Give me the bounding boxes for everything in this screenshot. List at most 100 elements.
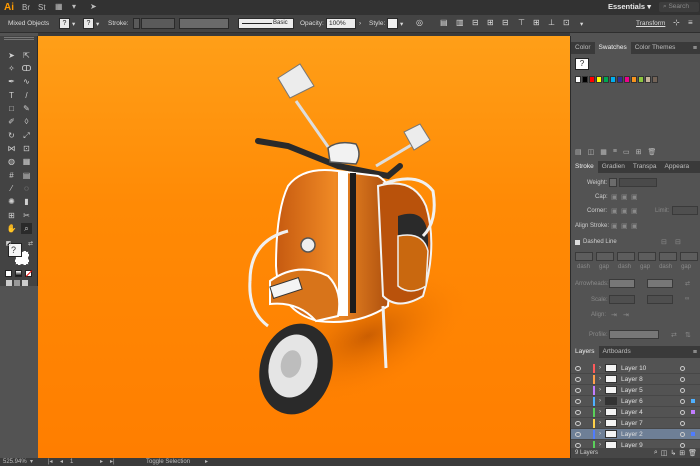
expand-chevron-icon[interactable]: › [599,420,601,426]
recolor-artwork-icon[interactable]: ◎ [416,18,423,27]
tab-artboards[interactable]: Artboards [599,346,635,358]
align-more-icon[interactable]: ⊡ [563,18,570,27]
panel-menu-icon[interactable]: ≡ [693,45,697,52]
fill-swatch[interactable]: ? [59,18,70,29]
artboard-tool-icon[interactable]: ⊞ [6,210,17,221]
selection-tool-icon[interactable]: ➤ [6,50,17,61]
symbol-sprayer-tool-icon[interactable]: ✺ [6,196,17,207]
swap-colors-icon[interactable]: ⇄ [25,239,36,250]
weight-field[interactable] [619,178,657,187]
round-join-icon[interactable]: ▣ [621,207,628,215]
tab-transparency[interactable]: Transpa [629,161,661,173]
artboard-canvas[interactable] [38,36,570,458]
gradient-mode-icon[interactable] [15,270,22,277]
dash-preserve-icon[interactable]: ⊟ [661,238,667,246]
dashed-line-checkbox[interactable] [575,240,580,245]
align-icon[interactable]: ▤ [440,18,448,27]
layer-row[interactable]: › Layer 4 [571,407,700,418]
toolbar-grip[interactable] [4,37,34,40]
stroke-weight-stepper[interactable] [133,18,140,29]
tab-color[interactable]: Color [571,42,595,54]
visibility-eye-icon[interactable] [575,420,581,426]
dash-3-field[interactable] [659,252,677,261]
expand-chevron-icon[interactable]: › [599,398,601,404]
fill-stroke-preview[interactable]: ? [575,58,589,70]
swatch-chip[interactable] [575,76,581,83]
opacity-dropdown-icon[interactable]: › [359,20,361,27]
visibility-eye-icon[interactable] [575,365,581,371]
zoom-dropdown-icon[interactable]: ▾ [30,458,33,466]
default-colors-icon[interactable]: ◩ [3,239,14,250]
delete-layer-icon[interactable]: 🗑 [688,449,697,457]
tab-swatches[interactable]: Swatches [594,42,631,54]
weight-stepper[interactable] [609,178,617,187]
paintbrush-tool-icon[interactable]: ✎ [21,103,32,114]
expand-chevron-icon[interactable]: › [599,365,601,371]
eyedropper-tool-icon[interactable]: ⁄ [6,183,17,194]
swatch-chip[interactable] [624,76,630,83]
visibility-eye-icon[interactable] [575,431,581,437]
shape-builder-tool-icon[interactable]: ◍ [6,156,17,167]
isolate-icon[interactable]: ⊹ [673,18,680,27]
align-center-stroke-icon[interactable]: ▣ [611,222,618,230]
align-left-icon[interactable]: ⊟ [472,18,479,27]
transform-link[interactable]: Transform [636,20,665,27]
swatch-chip[interactable] [638,76,644,83]
width-tool-icon[interactable]: ⋈ [6,143,17,154]
style-dropdown-icon[interactable]: ▾ [400,20,403,28]
blend-tool-icon[interactable]: ◌ [21,183,32,194]
make-clipping-mask-icon[interactable]: ◫ [661,449,668,457]
layer-name[interactable]: Layer 6 [621,398,643,405]
last-artboard-icon[interactable]: ▸| [110,458,115,466]
scale-tool-icon[interactable]: ⤢ [21,130,32,141]
swatch-chip[interactable] [603,76,609,83]
tab-color-themes[interactable]: Color Themes [631,42,680,54]
tab-gradient[interactable]: Gradien [598,161,629,173]
flip-across-icon[interactable]: ⇅ [685,331,691,339]
align-center-icon[interactable]: ⊞ [487,18,494,27]
gap-2-field[interactable] [638,252,656,261]
align-inside-stroke-icon[interactable]: ▣ [621,222,628,230]
bevel-join-icon[interactable]: ▣ [631,207,638,215]
stock-icon[interactable]: St [38,3,46,12]
eraser-tool-icon[interactable]: ◊ [21,116,32,127]
target-icon[interactable] [680,398,685,404]
layers-menu-icon[interactable]: ≡ [693,349,697,356]
align-dropdown-icon[interactable]: ▾ [580,20,583,28]
rectangle-tool-icon[interactable]: □ [6,103,17,114]
selection-square-icon[interactable] [691,399,695,403]
locate-object-icon[interactable]: ⌕ [654,449,658,457]
fill-dropdown-icon[interactable]: ▾ [72,20,75,28]
direct-selection-tool-icon[interactable]: ⇱ [21,50,32,61]
variable-width-profile[interactable] [179,18,229,29]
color-mode-icon[interactable] [5,270,12,277]
brush-definition[interactable]: Basic [238,18,294,29]
selection-square-icon[interactable] [691,410,695,414]
swatch-chip[interactable] [645,76,651,83]
layer-row[interactable]: › Layer 5 [571,385,700,396]
arrow-tip-beyond-icon[interactable]: ⇥ [611,311,617,319]
align-top-icon[interactable]: ⊤ [518,18,525,27]
align-right-icon[interactable]: ⊟ [502,18,509,27]
workspace-switcher[interactable]: Essentials ▾ [608,2,651,11]
stroke-swatch[interactable]: ? [83,18,94,29]
gradient-tool-icon[interactable]: ▤ [21,170,32,181]
line-segment-tool-icon[interactable]: / [21,90,32,101]
delete-swatch-icon[interactable]: 🗑 [647,148,656,158]
align-bottom-icon[interactable]: ⊥ [548,18,555,27]
dash-2-field[interactable] [617,252,635,261]
gap-3-field[interactable] [680,252,698,261]
layer-name[interactable]: Layer 4 [621,409,643,416]
shaper-tool-icon[interactable]: ✐ [6,116,17,127]
cc-library-icon[interactable]: ◫ [588,148,595,158]
type-tool-icon[interactable]: T [6,90,17,101]
new-swatch-icon[interactable]: ⊞ [636,148,642,158]
dash-1-field[interactable] [575,252,593,261]
stroke-weight-field[interactable] [141,18,175,29]
lasso-tool-icon[interactable]: ↀ [21,63,32,74]
opacity-field[interactable]: 100% [326,18,356,29]
limit-field[interactable] [672,206,698,215]
layer-name[interactable]: Layer 5 [621,387,643,394]
zoom-level[interactable]: 525.94% [3,458,27,466]
layer-name[interactable]: Layer 2 [621,431,643,438]
